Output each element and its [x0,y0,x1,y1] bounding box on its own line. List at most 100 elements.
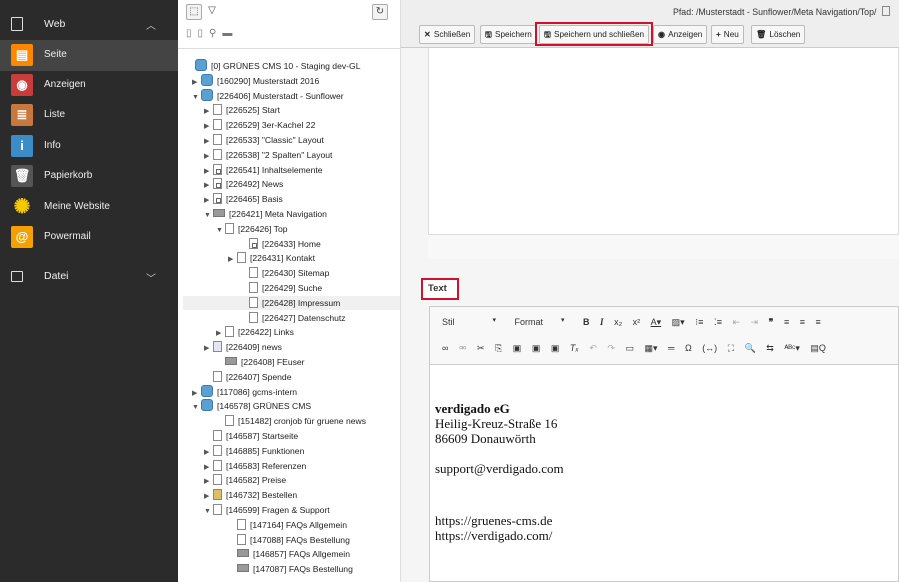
news-folder-icon[interactable] [213,341,222,353]
tree-node-label[interactable]: [226429] Suche [262,283,322,293]
tree-node-label[interactable]: [226430] Sitemap [262,268,329,278]
tree-node[interactable]: ▶ [226492] News [204,177,283,191]
soft-hyphen-icon[interactable]: (↔) [702,340,717,356]
page-icon[interactable] [225,222,234,234]
paste-icon[interactable]: ▣ [513,340,522,356]
tree-node-label[interactable]: [146732] Bestellen [226,490,297,500]
tree-node[interactable]: ▼ [226421] Meta Navigation [204,207,327,221]
tree-node[interactable]: [226429] Suche [240,281,322,295]
tree-node[interactable]: ▶ [146582] Preise [204,473,286,487]
tree-node[interactable]: ▶ [146732] Bestellen [204,488,297,502]
collapse-toggle-icon[interactable]: ▼ [204,209,213,223]
tree-node-label[interactable]: [226529] 3er-Kachel 22 [226,120,315,130]
page-icon[interactable] [249,296,258,308]
align-left-icon[interactable]: ≡ [784,314,789,330]
blockquote-icon[interactable]: ❞ [769,314,774,330]
close-button[interactable]: ✕ Schließen [419,25,476,44]
tree-node[interactable]: ▶ [226541] Inhaltselemente [204,163,323,177]
save-button[interactable]: 🖫 Speichern [480,25,537,44]
expand-toggle-icon[interactable]: ▶ [204,342,213,356]
tree-node[interactable]: ▶ [226525] Start [204,103,280,117]
italic-icon[interactable]: I [600,314,604,330]
tree-node[interactable]: [226407] Spende [204,370,291,384]
folder-icon[interactable] [213,209,225,217]
expand-toggle-icon[interactable]: ▶ [228,253,237,267]
folder-icon[interactable] [237,549,249,558]
tree-node[interactable]: [146587] Startseite [204,429,298,443]
tree-node-label[interactable]: [147087] FAQs Bestellung [253,564,353,574]
shop-page-icon[interactable] [213,489,222,501]
tree-node-label[interactable]: [226406] Musterstadt - Sunflower [217,91,344,101]
tree-node[interactable]: ▼ [226426] Top [216,222,288,236]
delete-button[interactable]: 🗑 Löschen [751,25,806,44]
tree-node-label[interactable]: [226525] Start [226,105,280,115]
page-icon[interactable] [237,252,246,264]
tree-node-label[interactable]: [226409] news [226,342,282,352]
tree-node[interactable]: ▶ [117086] gcms-intern [192,384,297,399]
paste-word-icon[interactable]: ▣ [551,340,560,356]
tree-node-label[interactable]: [147164] FAQs Allgemein [250,520,347,530]
shortcut-page-icon[interactable] [213,163,222,175]
tree-node-label[interactable]: [226533] "Classic" Layout [226,135,324,145]
module-group-datei[interactable]: Datei ﹀ [0,261,178,291]
shortcut-page-icon[interactable] [213,193,222,205]
tree-node[interactable]: [147164] FAQs Allgemein [228,518,347,532]
shortcut-page-icon[interactable] [213,178,222,190]
source-icon[interactable]: ▤Q [810,340,826,356]
undo-icon[interactable]: ↶ [589,340,597,356]
tree-node-label[interactable]: [146587] Startseite [226,431,298,441]
tree-node-label[interactable]: [226492] News [226,179,283,189]
tree-node[interactable]: ▶ [146885] Funktionen [204,444,304,458]
tree-node[interactable]: [151482] cronjob für gruene news [216,414,366,428]
replace-icon[interactable]: ⇆ [766,340,774,356]
page-icon[interactable] [213,444,222,456]
site-root-icon[interactable] [201,88,213,101]
tree-node-label[interactable]: [226433] Home [262,239,321,249]
find-icon[interactable]: 🔍 [745,340,756,356]
folder-icon[interactable] [237,564,249,573]
tree-node-label[interactable]: [226426] Top [238,224,288,234]
link-icon[interactable]: ∞ [442,340,448,356]
tree-node[interactable]: ▶ [226422] Links [216,325,294,339]
bullet-list-icon[interactable]: ⁚≡ [714,314,722,330]
tree-node-label[interactable]: [151482] cronjob für gruene news [238,416,366,426]
tree-node-label[interactable]: [146599] Fragen & Support [226,505,330,515]
site-root-icon[interactable] [195,59,207,71]
new-page-icons[interactable]: ▯▯⚲▬ [186,28,238,39]
shortcut-page-icon[interactable] [249,237,258,249]
tree-node[interactable]: ▶ [226529] 3er-Kachel 22 [204,118,315,132]
page-tree-filter-toggle-icon[interactable]: ⬚ [186,4,202,20]
module-item-anzeigen[interactable]: ◉ Anzeigen [0,70,178,101]
page-icon[interactable] [213,104,222,116]
bold-icon[interactable]: B [583,314,590,330]
page-icon[interactable] [213,134,222,145]
outdent-icon[interactable]: ⇤ [732,314,740,330]
tree-node[interactable]: ▼ [146578] GRÜNES CMS [192,399,311,413]
tree-node[interactable]: ▼ [146599] Fragen & Support [204,503,330,517]
page-icon[interactable] [249,282,258,293]
tree-node-label[interactable]: [226538] "2 Spalten" Layout [226,150,332,160]
special-char-icon[interactable]: Ω [685,340,692,356]
module-group-web[interactable]: Web ︿ [0,9,178,39]
tree-node-label[interactable]: [226427] Datenschutz [262,313,346,323]
page-icon[interactable] [213,430,222,441]
tree-node[interactable]: [226430] Sitemap [240,266,329,280]
module-item-meine-website[interactable]: ✺ Meine Website [0,192,178,223]
tree-node[interactable]: ▶ [226409] news [204,340,282,354]
page-icon[interactable] [213,504,222,515]
indent-icon[interactable]: ⇥ [751,314,759,330]
refresh-icon[interactable]: ↻ [372,4,388,20]
tree-node-label[interactable]: [147088] FAQs Bestellung [250,535,350,545]
background-color-icon[interactable]: ▨▾ [672,314,685,330]
view-button[interactable]: ◉ Anzeigen [653,25,708,44]
tree-node-label[interactable]: [226541] Inhaltselemente [226,165,323,175]
collapse-toggle-icon[interactable]: ▼ [192,401,201,415]
tree-node[interactable]: [0] GRÜNES CMS 10 - Staging dev-GL [186,59,361,73]
module-item-info[interactable]: i Info [0,131,178,162]
collapse-toggle-icon[interactable]: ▼ [216,224,225,238]
tree-node-label[interactable]: [226428] Impressum [262,298,340,308]
tree-node-label[interactable]: [146583] Referenzen [226,461,306,471]
collapse-toggle-icon[interactable]: ▼ [192,91,201,105]
page-icon[interactable] [249,311,258,323]
module-item-powermail[interactable]: @ Powermail [0,222,178,253]
